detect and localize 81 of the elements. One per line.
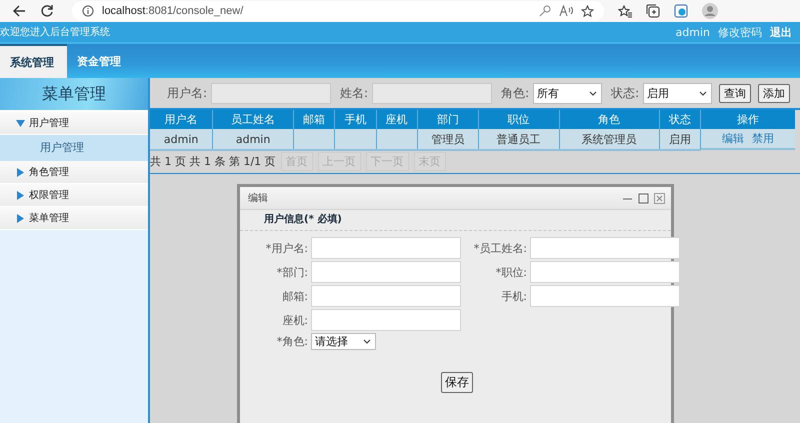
field-label: *用户名:	[264, 240, 308, 256]
table-cell: admin	[150, 129, 213, 150]
save-button[interactable]: 保存	[441, 372, 473, 393]
table-cell: admin	[212, 129, 294, 150]
input-field[interactable]	[372, 82, 492, 104]
field-label: 状态:	[611, 84, 640, 102]
column-header: 用户名	[150, 110, 213, 129]
page-info: 共 1 页 共 1 条 第 1/1 页	[150, 154, 276, 168]
field-label: *角色:	[276, 334, 308, 349]
field-label: 邮箱:	[281, 288, 308, 304]
table-cell	[293, 129, 335, 150]
column-header: 职位	[478, 110, 559, 129]
chevron-down-icon	[363, 339, 371, 344]
table-cell	[376, 129, 418, 150]
field-label: *部门:	[276, 264, 308, 280]
column-header: 座机	[376, 110, 418, 129]
dialog-title: 编辑	[248, 192, 268, 205]
welcome-text: 欢迎您进入后台管理系统	[0, 26, 111, 39]
column-header: 员工姓名	[212, 110, 294, 129]
field-label: *员工姓名:	[472, 240, 527, 256]
dropdown[interactable]: 请选择	[311, 333, 376, 350]
field-label: 姓名:	[340, 84, 368, 102]
input-field[interactable]	[311, 237, 461, 259]
user-name: admin	[676, 26, 710, 38]
table-cell: 普通员工	[478, 129, 559, 150]
table-cell: 管理员	[417, 129, 478, 150]
column-header: 手机	[334, 110, 376, 129]
button[interactable]: 添加	[758, 84, 790, 102]
collections-icon[interactable]	[646, 4, 660, 18]
sidebar-item-label: 权限管理	[29, 188, 69, 202]
table-cell: 启用	[659, 129, 701, 150]
input-field[interactable]	[211, 82, 332, 104]
read-aloud-icon[interactable]	[559, 5, 573, 17]
key-icon[interactable]	[539, 5, 551, 17]
field-label: 手机:	[500, 288, 527, 304]
field-label: *职位:	[494, 264, 527, 280]
input-field[interactable]	[311, 309, 461, 331]
section-title: 用户信息(* 必填)	[240, 210, 671, 231]
field-label: 座机:	[281, 312, 308, 328]
sidebar-subitem[interactable]: 用户管理	[0, 135, 148, 161]
back-icon[interactable]	[12, 4, 26, 18]
sidebar-item-label: 用户管理	[29, 116, 69, 130]
column-header: 角色	[559, 110, 660, 129]
input-field[interactable]	[311, 261, 461, 283]
reload-icon[interactable]	[40, 4, 54, 18]
table-cell: 系统管理员	[559, 129, 660, 150]
table-cell	[334, 129, 376, 150]
input-field[interactable]	[311, 285, 461, 307]
nav-tab[interactable]: 系统管理	[0, 44, 67, 78]
sidebar-item[interactable]: 用户管理	[0, 112, 148, 135]
profile-avatar-icon[interactable]	[702, 3, 718, 19]
sidebar-item[interactable]: 角色管理	[0, 161, 148, 184]
field-label: 用户名:	[167, 84, 208, 102]
maximize-icon[interactable]	[638, 192, 649, 204]
sidebar-item[interactable]: 权限管理	[0, 184, 148, 207]
column-header: 状态	[659, 110, 701, 129]
sidebar-title: 菜单管理	[0, 78, 148, 112]
button[interactable]: 查询	[719, 84, 752, 102]
info-icon	[82, 5, 94, 17]
address-bar[interactable]: localhost:8081/console_new/	[72, 1, 604, 21]
action-link[interactable]: 编辑	[722, 131, 744, 146]
field-label: 角色:	[501, 84, 530, 102]
action-link[interactable]: 禁用	[752, 131, 774, 146]
sidebar-item-label: 角色管理	[29, 166, 69, 179]
dropdown[interactable]: 所有	[533, 82, 602, 104]
input-field[interactable]	[530, 261, 680, 283]
input-field[interactable]	[530, 237, 680, 259]
sidebar-item-label: 菜单管理	[29, 212, 69, 225]
dropdown[interactable]: 启用	[643, 82, 712, 104]
browser-extension-icon[interactable]	[674, 4, 688, 18]
address-text: localhost:8081/console_new/	[102, 5, 244, 17]
star-icon[interactable]	[581, 4, 594, 18]
chevron-down-icon	[589, 90, 598, 96]
column-header: 邮箱	[293, 110, 335, 129]
input-field[interactable]	[530, 285, 680, 307]
favorites-icon[interactable]	[618, 4, 632, 18]
column-header: 部门	[417, 110, 478, 129]
chevron-down-icon	[699, 90, 708, 96]
column-header: 操作	[700, 110, 795, 129]
sidebar-item[interactable]: 菜单管理	[0, 207, 148, 230]
close-icon[interactable]	[654, 192, 665, 204]
